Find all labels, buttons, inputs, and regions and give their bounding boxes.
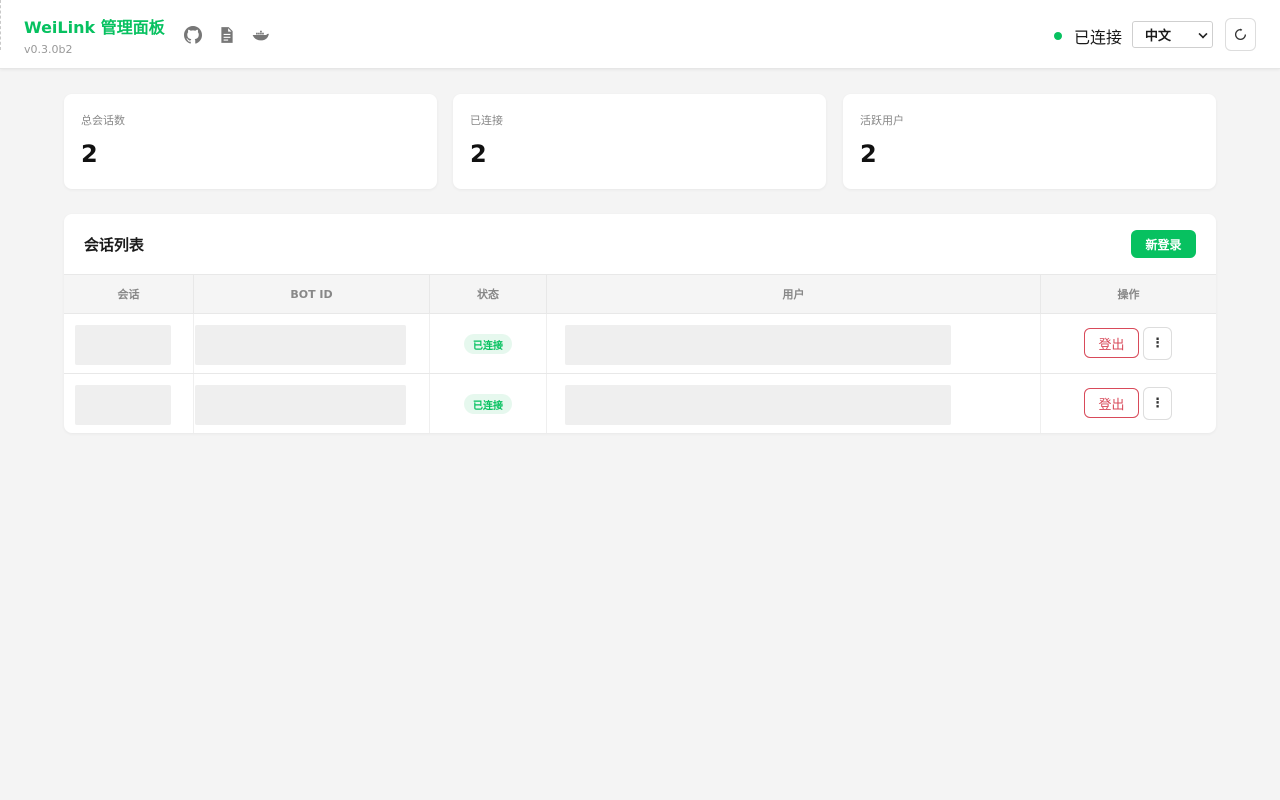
app-title: WeiLink 管理面板 — [24, 18, 165, 37]
status-badge: 已连接 — [464, 334, 512, 354]
table-header: 会话 BOT ID 状态 用户 操作 — [64, 274, 1216, 314]
logout-button[interactable]: 登出 — [1084, 388, 1139, 418]
column-header-status[interactable]: 状态 — [430, 275, 547, 313]
table-row[interactable]: 已连接 登出 ⋮ — [64, 374, 1216, 433]
stat-card-active-users: 活跃用户 2 — [843, 94, 1216, 189]
session-table: 会话 BOT ID 状态 用户 操作 已连接 登出 ⋮ 已连接 登出 ⋮ — [64, 274, 1216, 433]
github-icon[interactable] — [183, 25, 203, 45]
bot-id-cell — [194, 314, 430, 373]
user-cell — [547, 314, 1041, 373]
bot-id-placeholder — [195, 325, 406, 365]
docker-icon[interactable] — [251, 25, 271, 45]
stat-value: 2 — [470, 140, 487, 168]
bot-id-placeholder — [195, 385, 406, 425]
actions-cell: 登出 ⋮ — [1041, 374, 1216, 433]
refresh-icon — [1235, 28, 1247, 40]
user-placeholder — [565, 325, 951, 365]
stat-label: 总会话数 — [81, 114, 125, 127]
connection-status-text: 已连接 — [1074, 28, 1123, 47]
app-version: v0.3.0b2 — [24, 43, 73, 56]
new-login-button[interactable]: 新登录 — [1131, 230, 1196, 258]
status-badge: 已连接 — [464, 394, 512, 414]
column-header-user[interactable]: 用户 — [547, 275, 1041, 313]
status-cell: 已连接 — [430, 374, 547, 433]
stat-label: 活跃用户 — [860, 114, 904, 127]
column-header-actions: 操作 — [1117, 288, 1140, 301]
more-options-icon[interactable]: ⋮ — [1143, 327, 1172, 360]
column-header-bot-id[interactable]: BOT ID — [194, 275, 430, 313]
header-links — [183, 25, 271, 45]
session-list-title: 会话列表 — [84, 236, 145, 254]
user-placeholder — [565, 385, 951, 425]
column-header-session[interactable]: 会话 — [64, 275, 194, 313]
status-dot — [1054, 32, 1062, 40]
session-cell — [64, 374, 194, 433]
status-cell: 已连接 — [430, 314, 547, 373]
stat-card-total-sessions: 总会话数 2 — [64, 94, 437, 189]
stat-value: 2 — [860, 140, 877, 168]
session-list-panel: 会话列表 新登录 会话 BOT ID 状态 用户 操作 已连接 登出 ⋮ 已连接 — [64, 214, 1216, 433]
chevron-down-icon — [1198, 29, 1208, 39]
session-placeholder — [75, 325, 171, 365]
language-select[interactable]: 中文 — [1132, 21, 1213, 48]
stat-label: 已连接 — [470, 114, 503, 127]
connection-indicator: 已连接 — [1054, 24, 1122, 48]
session-placeholder — [75, 385, 171, 425]
stat-card-connected: 已连接 2 — [453, 94, 826, 189]
actions-cell: 登出 ⋮ — [1041, 314, 1216, 373]
edge-decoration — [0, 0, 4, 50]
language-select-value: 中文 — [1145, 29, 1172, 44]
table-row[interactable]: 已连接 登出 ⋮ — [64, 314, 1216, 374]
top-header: WeiLink 管理面板 v0.3.0b2 已连接 中文 — [0, 0, 1280, 69]
more-options-icon[interactable]: ⋮ — [1143, 387, 1172, 420]
session-cell — [64, 314, 194, 373]
logout-button[interactable]: 登出 — [1084, 328, 1139, 358]
bot-id-cell — [194, 374, 430, 433]
refresh-button[interactable] — [1225, 18, 1256, 51]
document-icon[interactable] — [217, 25, 237, 45]
stat-value: 2 — [81, 140, 98, 168]
user-cell — [547, 374, 1041, 433]
